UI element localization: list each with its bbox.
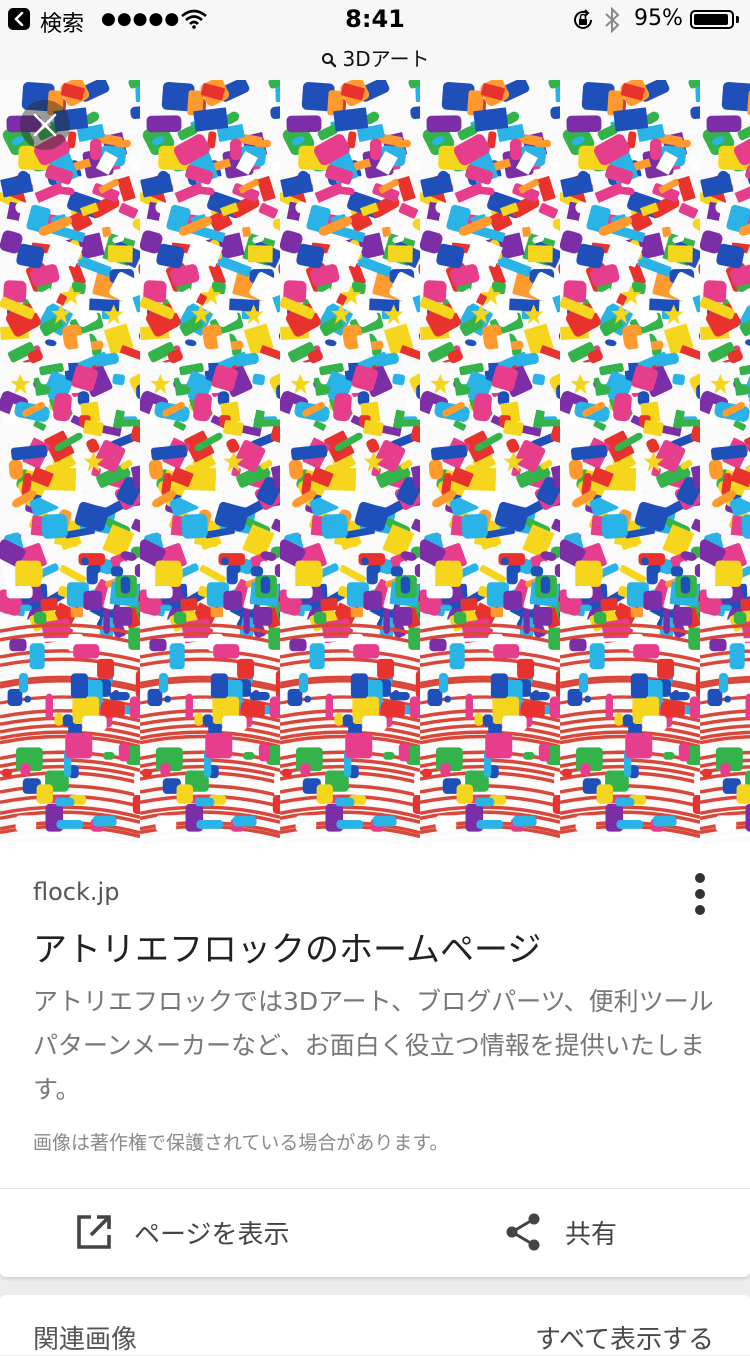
- result-domain[interactable]: flock.jp: [33, 878, 119, 906]
- copyright-notice: 画像は著作権で保護されている場合があります。: [33, 1132, 449, 1154]
- status-bar: 検索 ●●●●● 8:41 95%: [0, 0, 750, 40]
- rotation-lock-icon: [571, 8, 595, 38]
- related-images-card: 関連画像 すべて表示する: [0, 1295, 750, 1355]
- result-card: flock.jp アトリエフロックのホームページ アトリエフロックでは3Dアート…: [0, 842, 750, 1277]
- bluetooth-icon: [604, 6, 620, 39]
- see-all-link[interactable]: すべて表示する: [535, 1319, 714, 1356]
- more-options-icon[interactable]: [684, 870, 716, 918]
- search-query-text: 3Dアート: [342, 47, 430, 71]
- share-icon: [506, 1213, 540, 1251]
- battery-tip: [736, 16, 739, 23]
- close-button[interactable]: [20, 100, 70, 150]
- stereogram-art: [0, 80, 750, 842]
- result-title[interactable]: アトリエフロックのホームページ: [33, 922, 541, 971]
- close-icon: [33, 113, 57, 137]
- related-images-heading: 関連画像: [33, 1325, 138, 1355]
- share-label: 共有: [565, 1220, 618, 1250]
- battery-percentage: 95%: [634, 6, 683, 31]
- battery-level-fill: [694, 14, 728, 25]
- url-bar[interactable]: 3Dアート: [0, 40, 750, 81]
- result-image[interactable]: [0, 80, 750, 842]
- divider: [0, 1188, 750, 1189]
- result-description: アトリエフロックでは3Dアート、ブログパーツ、便利ツールパターンメーカーなど、お…: [33, 987, 714, 1104]
- open-external-icon: [77, 1215, 111, 1249]
- more-dot: [695, 889, 705, 899]
- battery-icon: [690, 10, 734, 29]
- view-page-label: ページを表示: [134, 1220, 290, 1250]
- more-dot: [695, 905, 705, 915]
- search-icon: [321, 53, 336, 68]
- stereogram-pattern: [0, 80, 750, 842]
- more-dot: [695, 873, 705, 883]
- search-query-display[interactable]: 3Dアート: [0, 43, 750, 72]
